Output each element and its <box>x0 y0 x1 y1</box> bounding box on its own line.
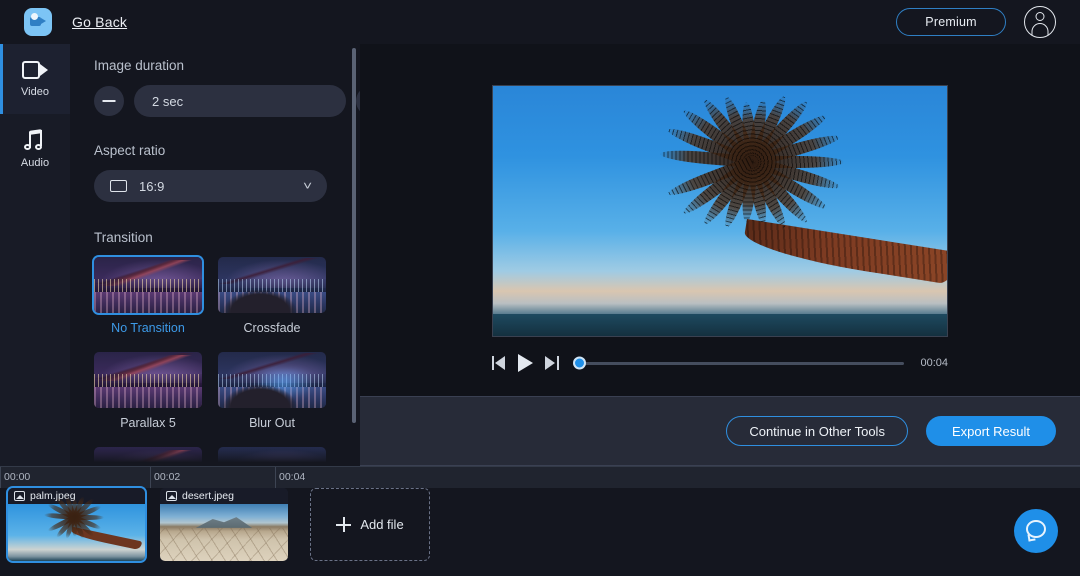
image-icon <box>166 491 177 501</box>
logo-camera-lens <box>31 13 38 20</box>
transition-thumbnail <box>218 447 326 466</box>
video-camera-logo[interactable] <box>24 8 52 36</box>
duration-input[interactable] <box>134 85 346 117</box>
transition-thumbnail <box>218 257 326 313</box>
play-icon[interactable] <box>518 354 533 372</box>
ruler-tick-0: 00:00 <box>0 471 30 483</box>
transition-option-label: Parallax 5 <box>94 416 202 430</box>
total-time-label: 00:04 <box>920 357 948 369</box>
ruler-tick-2: 00:04 <box>275 471 305 483</box>
transition-option-parallax-5[interactable]: Parallax 5 <box>94 352 202 430</box>
transition-thumbnail <box>94 352 202 408</box>
continue-in-other-tools-button[interactable]: Continue in Other Tools <box>726 416 908 446</box>
transition-option-no-transition[interactable]: No Transition <box>94 257 202 335</box>
preview-sea <box>493 314 947 337</box>
transition-thumbnail <box>94 257 202 313</box>
transition-option-blur-out[interactable]: Blur Out <box>218 352 326 430</box>
seek-bar[interactable] <box>575 362 904 365</box>
preview-stage: 00:04 <box>360 44 1080 396</box>
aspect-ratio-value: 16:9 <box>139 179 304 194</box>
skip-next-icon[interactable] <box>545 356 559 370</box>
skip-previous-icon[interactable] <box>492 356 506 370</box>
header-actions: Premium <box>896 6 1056 38</box>
timeline: palm.jpeg desert.jpeg Add file <box>0 488 1080 576</box>
transition-label: Transition <box>94 230 336 245</box>
clip-thumbnail <box>8 504 145 561</box>
music-note-icon <box>24 130 46 150</box>
playback-controls: 00:04 <box>492 350 948 376</box>
chat-bubble-icon[interactable] <box>1014 509 1058 553</box>
plus-icon <box>336 517 351 532</box>
user-avatar-icon[interactable] <box>1024 6 1056 38</box>
rail-item-video[interactable]: Video <box>0 44 70 114</box>
rectangle-icon <box>110 180 127 192</box>
image-icon <box>14 491 25 501</box>
transition-option-partial-right[interactable] <box>218 447 326 466</box>
timeline-clip-desert[interactable]: desert.jpeg <box>160 488 288 561</box>
video-preview[interactable] <box>492 85 948 337</box>
action-bar: Continue in Other Tools Export Result <box>360 396 1080 466</box>
rail-item-audio[interactable]: Audio <box>0 114 70 184</box>
timeline-clip-palm[interactable]: palm.jpeg <box>8 488 145 561</box>
aspect-ratio-label: Aspect ratio <box>94 143 336 158</box>
add-file-label: Add file <box>360 517 403 532</box>
left-rail: Video Audio <box>0 44 70 466</box>
minus-icon[interactable] <box>94 86 124 116</box>
transition-option-crossfade[interactable]: Crossfade <box>218 257 326 335</box>
export-result-button[interactable]: Export Result <box>926 416 1056 446</box>
video-camera-icon <box>22 61 48 79</box>
clip-thumbnail <box>160 504 288 561</box>
aspect-ratio-select[interactable]: 16:9 ˅ <box>94 170 327 202</box>
transition-option-label: Blur Out <box>218 416 326 430</box>
add-file-button[interactable]: Add file <box>310 488 430 561</box>
app-header: Go Back Premium <box>0 0 1080 44</box>
image-duration-label: Image duration <box>94 58 336 73</box>
image-duration-stepper <box>94 85 336 117</box>
avatar-body <box>1032 23 1049 35</box>
clip-header: desert.jpeg <box>160 488 288 504</box>
timeline-ruler[interactable]: 00:00 00:02 00:04 <box>0 466 1080 488</box>
ruler-tick-1: 00:02 <box>150 471 180 483</box>
chat-bubble-tail <box>1027 533 1035 541</box>
clip-name: desert.jpeg <box>182 490 234 502</box>
chevron-down-icon: ˅ <box>303 179 312 193</box>
rail-item-audio-label: Audio <box>21 157 49 169</box>
go-back-link[interactable]: Go Back <box>72 14 127 30</box>
seek-handle[interactable] <box>573 357 586 370</box>
transition-grid: No Transition Crossfade Parallax 5 <box>94 257 336 466</box>
panel-scrollbar[interactable] <box>352 48 356 423</box>
settings-panel: Image duration Aspect ratio 16:9 ˅ Trans… <box>70 44 360 466</box>
premium-button[interactable]: Premium <box>896 8 1006 36</box>
video-editor-app: Go Back Premium Video Audio Image <box>0 0 1080 576</box>
transition-option-label: No Transition <box>94 321 202 335</box>
transition-option-partial-left[interactable] <box>94 447 202 466</box>
transition-thumbnail <box>94 447 202 466</box>
avatar-head <box>1036 12 1045 21</box>
transition-thumbnail <box>218 352 326 408</box>
transition-option-label: Crossfade <box>218 321 326 335</box>
rail-item-video-label: Video <box>21 86 49 98</box>
